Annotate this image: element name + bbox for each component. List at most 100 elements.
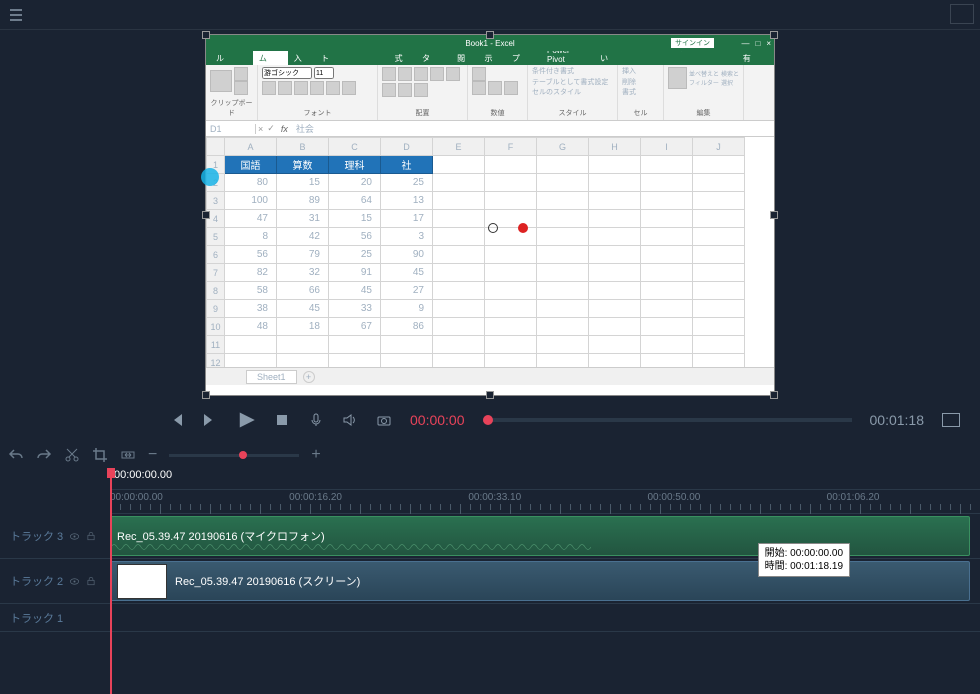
cell[interactable] xyxy=(641,156,693,174)
fullscreen-icon[interactable] xyxy=(942,413,960,427)
cell[interactable] xyxy=(589,246,641,264)
cell[interactable] xyxy=(433,192,485,210)
align-icon[interactable] xyxy=(398,67,412,81)
cell[interactable] xyxy=(589,318,641,336)
find-select-button[interactable]: 検索と 選択 xyxy=(721,69,739,87)
cell[interactable] xyxy=(641,282,693,300)
cell[interactable] xyxy=(485,282,537,300)
cell[interactable] xyxy=(537,228,589,246)
cell[interactable]: 45 xyxy=(277,300,329,318)
cell[interactable]: 社 xyxy=(381,156,433,174)
cell[interactable] xyxy=(433,300,485,318)
cell[interactable] xyxy=(433,210,485,228)
cell[interactable] xyxy=(433,228,485,246)
font-name-input[interactable] xyxy=(262,67,312,79)
col-header[interactable]: B xyxy=(277,138,329,156)
formula-content[interactable]: 社会 xyxy=(292,122,774,135)
merge-icon[interactable] xyxy=(414,83,428,97)
fontcolor-icon[interactable] xyxy=(342,81,356,95)
cell[interactable] xyxy=(589,282,641,300)
col-header[interactable]: J xyxy=(693,138,745,156)
cell[interactable] xyxy=(485,192,537,210)
eye-icon[interactable] xyxy=(69,531,80,542)
redo-icon[interactable] xyxy=(36,447,52,463)
cell[interactable] xyxy=(693,228,745,246)
sort-filter-button[interactable]: 並べ替えと フィルター xyxy=(689,69,719,87)
currency-icon[interactable] xyxy=(472,81,486,95)
cell[interactable]: 32 xyxy=(277,264,329,282)
align-icon[interactable] xyxy=(414,67,428,81)
cut-icon[interactable] xyxy=(64,447,80,463)
cond-format-button[interactable]: 条件付き書式 xyxy=(532,67,613,78)
cell[interactable] xyxy=(381,336,433,354)
row-header[interactable]: 10 xyxy=(207,318,225,336)
cell[interactable]: 33 xyxy=(329,300,381,318)
cell[interactable]: 91 xyxy=(329,264,381,282)
wrap-icon[interactable] xyxy=(430,67,444,81)
cell[interactable]: 64 xyxy=(329,192,381,210)
underline-icon[interactable] xyxy=(294,81,308,95)
cell[interactable]: 31 xyxy=(277,210,329,228)
comma-icon[interactable] xyxy=(504,81,518,95)
seek-slider[interactable] xyxy=(483,418,852,422)
speaker-icon[interactable] xyxy=(342,412,358,428)
cell[interactable] xyxy=(537,318,589,336)
cell[interactable]: 48 xyxy=(225,318,277,336)
cell[interactable] xyxy=(485,336,537,354)
cell[interactable] xyxy=(277,336,329,354)
cell[interactable]: 45 xyxy=(381,264,433,282)
prev-icon[interactable] xyxy=(168,412,184,428)
cell[interactable] xyxy=(693,336,745,354)
cell[interactable]: 89 xyxy=(277,192,329,210)
timeline-ruler[interactable]: 00:00:00.00 00:00:00.0000:00:16.2000:00:… xyxy=(110,470,980,514)
next-icon[interactable] xyxy=(202,412,218,428)
cell[interactable]: 56 xyxy=(329,228,381,246)
col-header[interactable]: F xyxy=(485,138,537,156)
col-header[interactable]: G xyxy=(537,138,589,156)
col-header[interactable]: I xyxy=(641,138,693,156)
copy-icon[interactable] xyxy=(234,81,248,95)
table-format-button[interactable]: テーブルとして書式設定 xyxy=(532,78,613,89)
cell[interactable] xyxy=(589,210,641,228)
cell[interactable]: 13 xyxy=(381,192,433,210)
cell[interactable] xyxy=(433,318,485,336)
cell[interactable] xyxy=(537,174,589,192)
cell[interactable]: 15 xyxy=(277,174,329,192)
cell[interactable]: 90 xyxy=(381,246,433,264)
cell[interactable] xyxy=(641,300,693,318)
cell[interactable] xyxy=(433,246,485,264)
align-icon[interactable] xyxy=(382,83,396,97)
cell[interactable]: 国語 xyxy=(225,156,277,174)
autosum-icon[interactable] xyxy=(668,67,687,89)
cell[interactable] xyxy=(589,336,641,354)
cell[interactable]: 3 xyxy=(381,228,433,246)
resize-handle[interactable] xyxy=(486,31,494,39)
add-sheet-button[interactable]: + xyxy=(303,371,315,383)
cut-icon[interactable] xyxy=(234,67,248,81)
window-controls[interactable]: —□× xyxy=(741,39,771,48)
fit-icon[interactable] xyxy=(120,447,136,463)
cell[interactable]: 47 xyxy=(225,210,277,228)
col-header[interactable]: A xyxy=(225,138,277,156)
cell[interactable] xyxy=(641,192,693,210)
cell[interactable] xyxy=(641,210,693,228)
resize-handle[interactable] xyxy=(202,31,210,39)
cell[interactable] xyxy=(693,300,745,318)
row-header[interactable]: 11 xyxy=(207,336,225,354)
cell[interactable]: 42 xyxy=(277,228,329,246)
cell[interactable]: 18 xyxy=(277,318,329,336)
align-icon[interactable] xyxy=(446,67,460,81)
fx-icon[interactable]: fx xyxy=(277,124,292,134)
resize-handle[interactable] xyxy=(770,391,778,399)
excel-window[interactable]: Book1 - Excel サインイン —□× ファイルホーム挿入ページレイアウ… xyxy=(206,35,774,395)
cell[interactable] xyxy=(693,246,745,264)
cell[interactable] xyxy=(329,336,381,354)
eye-icon[interactable] xyxy=(69,576,80,587)
cell[interactable]: 38 xyxy=(225,300,277,318)
cell[interactable] xyxy=(589,156,641,174)
cell[interactable]: 82 xyxy=(225,264,277,282)
cell[interactable]: 100 xyxy=(225,192,277,210)
insert-button[interactable]: 挿入 xyxy=(622,67,659,78)
panel-toggle-icon[interactable] xyxy=(950,4,974,24)
name-box[interactable]: D1 xyxy=(206,124,256,134)
